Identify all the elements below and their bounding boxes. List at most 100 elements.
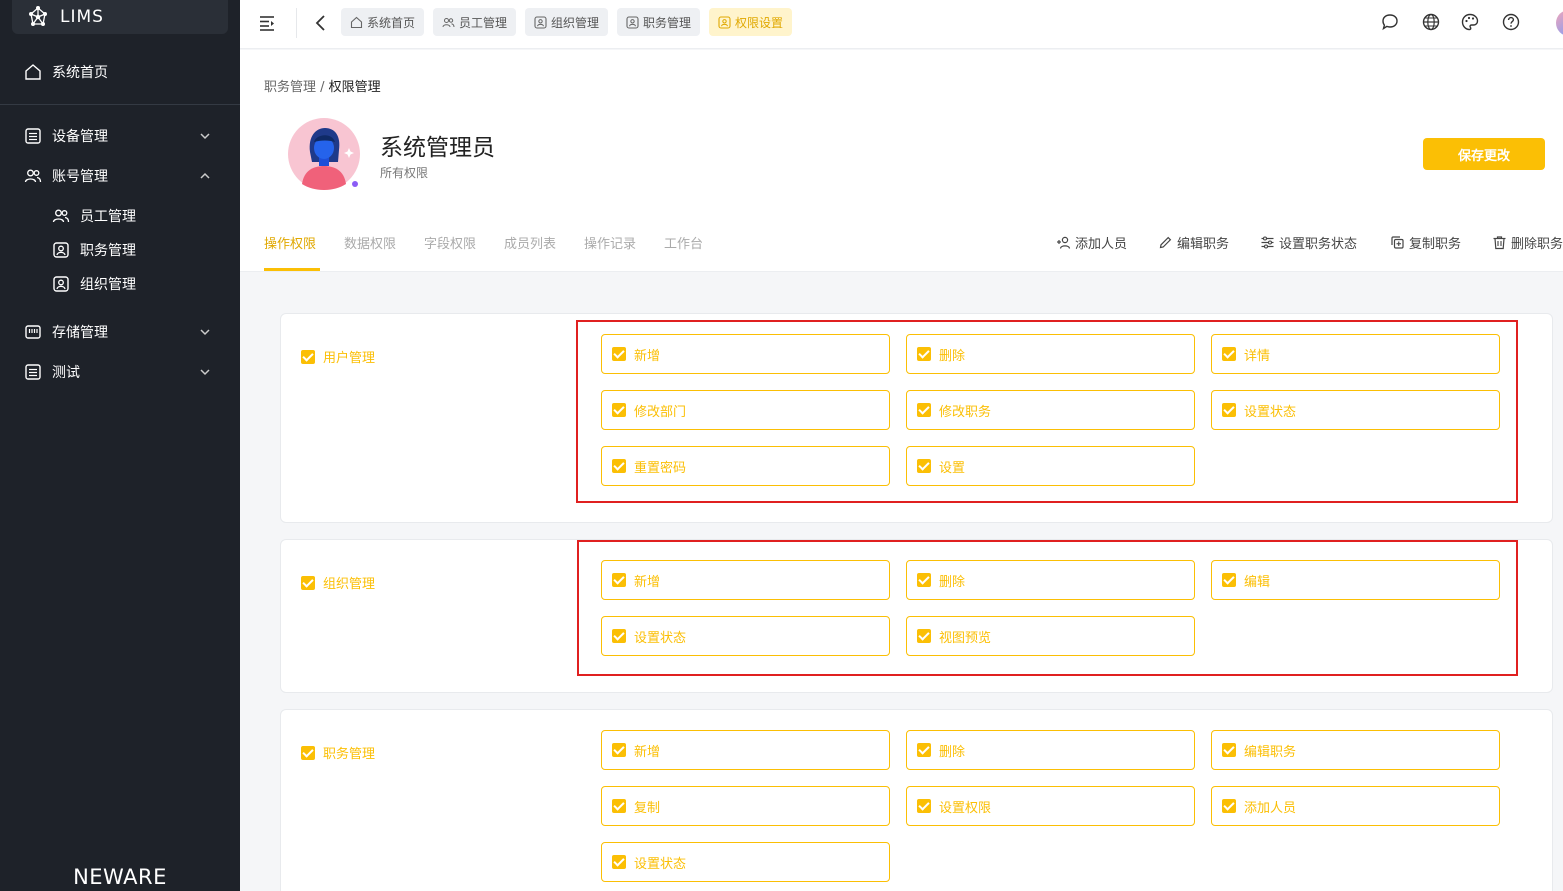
tab-member-list[interactable]: 成员列表 xyxy=(504,233,556,252)
sidebar: LIMS 系统首页 设备管理 账号管理 员工管理 职务管理 组织管理 存储管理 … xyxy=(0,0,240,891)
users-icon xyxy=(442,17,455,27)
tab-label: 职务管理 xyxy=(643,15,692,30)
group-checkbox[interactable]: 职务管理 xyxy=(301,743,375,762)
permission-group-user: 用户管理 新增 删除 详情 修改部门 修改职务 设置状态 重置密码 设置 xyxy=(280,313,1553,523)
tab-positions[interactable]: 职务管理 xyxy=(617,8,701,36)
checkbox-checked-icon xyxy=(917,347,931,361)
sidebar-item-organization[interactable]: 组织管理 xyxy=(0,267,240,301)
permission-checkbox[interactable]: 新增 xyxy=(601,730,890,770)
permission-checkbox[interactable]: 新增 xyxy=(601,560,890,600)
sidebar-item-test[interactable]: 测试 xyxy=(0,352,240,392)
tab-organization[interactable]: 组织管理 xyxy=(525,8,609,36)
permission-checkbox[interactable]: 设置状态 xyxy=(601,842,890,882)
permission-label: 新增 xyxy=(634,574,661,590)
permission-label: 编辑 xyxy=(1244,574,1271,590)
home-icon xyxy=(25,64,41,80)
action-label: 复制职务 xyxy=(1409,237,1462,252)
palette-icon[interactable] xyxy=(1460,12,1480,32)
permission-checkbox[interactable]: 新增 xyxy=(601,334,890,374)
permission-checkbox[interactable]: 复制 xyxy=(601,786,890,826)
sidebar-item-label: 职务管理 xyxy=(80,243,136,259)
permission-checkbox[interactable]: 删除 xyxy=(906,730,1195,770)
add-user-icon xyxy=(1057,236,1071,249)
tab-operation-permissions[interactable]: 操作权限 xyxy=(264,233,316,252)
sidebar-item-account[interactable]: 账号管理 xyxy=(0,156,240,196)
permission-checkbox[interactable]: 编辑 xyxy=(1211,560,1500,600)
sidebar-divider xyxy=(0,104,240,105)
badge-icon xyxy=(53,242,69,258)
checkbox-checked-icon xyxy=(917,459,931,473)
checkbox-checked-icon xyxy=(612,855,626,869)
permission-label: 设置状态 xyxy=(634,856,687,872)
breadcrumb-current: 权限管理 xyxy=(328,80,381,95)
sidebar-item-home[interactable]: 系统首页 xyxy=(0,52,240,92)
permission-checkbox[interactable]: 删除 xyxy=(906,334,1195,374)
back-arrow-icon[interactable] xyxy=(312,13,330,33)
permission-checkbox[interactable]: 设置状态 xyxy=(601,616,890,656)
sidebar-item-label: 设备管理 xyxy=(52,129,108,145)
save-changes-button[interactable]: 保存更改 xyxy=(1423,138,1545,170)
edit-position-button[interactable]: 编辑职务 xyxy=(1158,233,1229,252)
group-name: 职务管理 xyxy=(323,747,376,762)
permission-checkbox[interactable]: 添加人员 xyxy=(1211,786,1500,826)
tab-workbench[interactable]: 工作台 xyxy=(664,233,703,252)
tab-permissions[interactable]: 权限设置 xyxy=(709,8,793,36)
tab-employees[interactable]: 员工管理 xyxy=(433,8,517,36)
sidebar-item-positions[interactable]: 职务管理 xyxy=(0,233,240,267)
permission-checkbox[interactable]: 视图预览 xyxy=(906,616,1195,656)
group-checkbox[interactable]: 用户管理 xyxy=(301,347,375,366)
help-icon[interactable] xyxy=(1501,12,1521,32)
action-label: 添加人员 xyxy=(1075,237,1128,252)
permission-checkbox[interactable]: 详情 xyxy=(1211,334,1500,374)
permission-checkbox[interactable]: 设置状态 xyxy=(1211,390,1500,430)
sidebar-item-storage[interactable]: 存储管理 xyxy=(0,312,240,352)
sidebar-item-employees[interactable]: 员工管理 xyxy=(0,199,240,233)
add-member-button[interactable]: 添加人员 xyxy=(1056,233,1127,252)
collapse-menu-icon[interactable] xyxy=(258,13,278,33)
group-name: 用户管理 xyxy=(323,351,376,366)
permission-group-organization: 组织管理 新增 删除 编辑 设置状态 视图预览 xyxy=(280,539,1553,693)
breadcrumb-separator: / xyxy=(316,80,329,95)
permission-checkbox[interactable]: 设置 xyxy=(906,446,1195,486)
badge-icon xyxy=(53,276,69,292)
permission-label: 新增 xyxy=(634,348,661,364)
permission-checkbox[interactable]: 重置密码 xyxy=(601,446,890,486)
delete-position-button[interactable]: 删除职务 xyxy=(1492,233,1563,252)
role-subtitle: 所有权限 xyxy=(380,166,429,180)
tab-data-permissions[interactable]: 数据权限 xyxy=(344,233,396,252)
permission-checkbox[interactable]: 修改职务 xyxy=(906,390,1195,430)
logo[interactable]: LIMS xyxy=(12,0,228,34)
sliders-icon xyxy=(1261,236,1274,249)
checkbox-checked-icon xyxy=(1222,403,1236,417)
permission-checkbox[interactable]: 修改部门 xyxy=(601,390,890,430)
sidebar-item-label: 账号管理 xyxy=(52,169,108,185)
tab-field-permissions[interactable]: 字段权限 xyxy=(424,233,476,252)
globe-icon[interactable] xyxy=(1421,12,1441,32)
permission-checkbox[interactable]: 设置权限 xyxy=(906,786,1195,826)
badge-icon xyxy=(534,15,547,29)
set-position-status-button[interactable]: 设置职务状态 xyxy=(1260,233,1357,252)
trash-icon xyxy=(1493,236,1506,250)
storage-icon xyxy=(25,325,41,339)
checkbox-checked-icon xyxy=(917,573,931,587)
users-icon xyxy=(52,209,70,223)
permission-checkbox[interactable]: 删除 xyxy=(906,560,1195,600)
sidebar-item-label: 员工管理 xyxy=(80,209,136,225)
user-avatar[interactable] xyxy=(1556,10,1563,36)
copy-position-button[interactable]: 复制职务 xyxy=(1390,233,1461,252)
message-icon[interactable] xyxy=(1380,12,1400,32)
breadcrumb-parent[interactable]: 职务管理 xyxy=(264,80,316,95)
tab-label: 权限设置 xyxy=(735,15,784,30)
top-bar: 系统首页 员工管理 组织管理 职务管理 权限设置 xyxy=(240,0,1563,49)
checkbox-checked-icon xyxy=(917,799,931,813)
action-label: 设置职务状态 xyxy=(1279,237,1358,252)
tab-home[interactable]: 系统首页 xyxy=(341,8,425,36)
group-checkbox[interactable]: 组织管理 xyxy=(301,573,375,592)
tab-operation-log[interactable]: 操作记录 xyxy=(584,233,636,252)
permission-label: 删除 xyxy=(939,574,966,590)
checkbox-checked-icon xyxy=(612,573,626,587)
permission-checkbox[interactable]: 编辑职务 xyxy=(1211,730,1500,770)
sidebar-item-device[interactable]: 设备管理 xyxy=(0,116,240,156)
badge-icon xyxy=(626,15,639,29)
main-content: 职务管理 / 权限管理 系统管理员 所有权限 保存更改 操作权限 数据权限 字段… xyxy=(240,50,1563,891)
